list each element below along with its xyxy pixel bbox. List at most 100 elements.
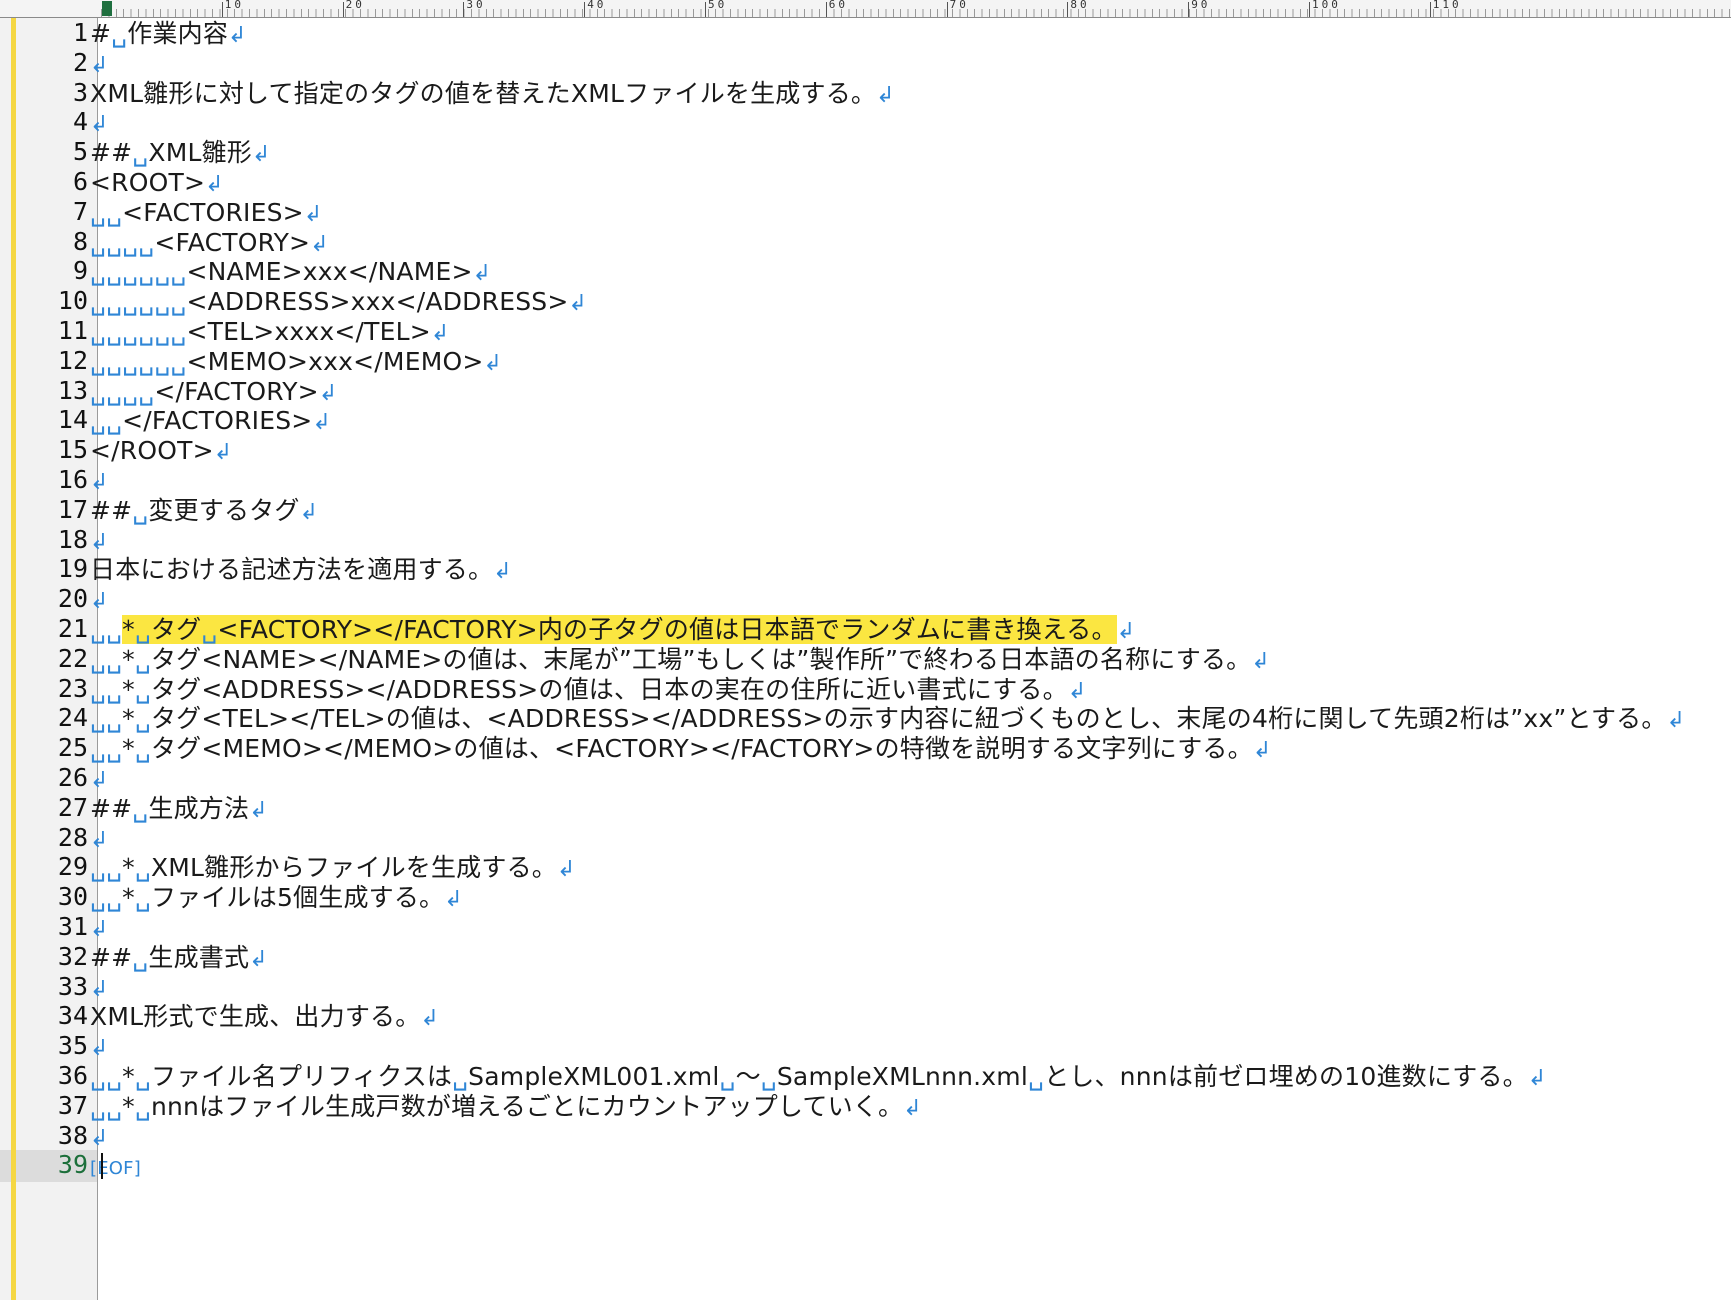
space-mark: ␣ (106, 287, 123, 317)
line-number[interactable]: 18 (8, 524, 88, 556)
line-number[interactable]: 25 (8, 732, 88, 764)
line-number[interactable]: 9 (8, 255, 88, 287)
space-mark: ␣ (134, 615, 151, 644)
space-mark: ␣ (106, 257, 123, 287)
text-line[interactable]: ␣␣<FACTORIES>↲ (90, 197, 322, 229)
line-number[interactable]: 8 (8, 226, 88, 258)
line-text: ␣␣<FACTORIES> (90, 197, 304, 227)
line-number[interactable]: 12 (8, 345, 88, 377)
text-line[interactable]: ↲ (90, 1121, 109, 1153)
text-line[interactable]: ␣␣*␣タグ<ADDRESS></ADDRESS>の値は、日本の実在の住所に近い… (90, 674, 1086, 706)
line-number[interactable]: 16 (8, 464, 88, 496)
text-line[interactable]: ↲ (90, 525, 109, 557)
text-line[interactable]: ␣␣*␣XML雛形からファイルを生成する。↲ (90, 852, 576, 884)
line-number[interactable]: 37 (8, 1090, 88, 1122)
text-line[interactable]: XML形式で生成、出力する。↲ (90, 1001, 439, 1033)
text-line[interactable]: ↲ (90, 107, 109, 139)
text-line[interactable]: ↲ (90, 763, 109, 795)
text-line[interactable]: ␣␣␣␣␣␣<NAME>xxx</NAME>↲ (90, 256, 491, 288)
text-line[interactable]: #␣作業内容↲ (90, 18, 247, 50)
space-mark: ␣ (106, 853, 123, 883)
line-number[interactable]: 38 (8, 1120, 88, 1152)
line-number[interactable]: 36 (8, 1060, 88, 1092)
line-number[interactable]: 17 (8, 494, 88, 526)
line-number[interactable]: 28 (8, 822, 88, 854)
line-number[interactable]: 3 (8, 77, 88, 109)
text-line[interactable]: ↲ (90, 972, 109, 1004)
text-line[interactable]: ␣␣*␣タグ<TEL></TEL>の値は、<ADDRESS></ADDRESS>… (90, 703, 1685, 735)
line-number[interactable]: 30 (8, 881, 88, 913)
space-mark: ␣ (138, 227, 155, 257)
line-number[interactable]: 22 (8, 643, 88, 675)
line-end-mark-icon: ↲ (90, 589, 109, 615)
text-line[interactable]: ␣␣*␣タグ<MEMO></MEMO>の値は、<FACTORY></FACTOR… (90, 733, 1271, 765)
text-line[interactable]: <ROOT>↲ (90, 167, 224, 199)
line-number[interactable]: 21 (8, 613, 88, 645)
line-end-mark-icon: ↲ (1666, 708, 1686, 734)
line-number[interactable]: 6 (8, 166, 88, 198)
highlighted-text: *␣タグ␣<FACTORY></FACTORY>内の子タグの値は日本語でランダム… (122, 615, 1117, 644)
line-number[interactable]: 26 (8, 762, 88, 794)
text-line[interactable]: ␣␣*␣nnnはファイル生成戸数が増えるごとにカウントアップしていく。↲ (90, 1091, 922, 1123)
line-number[interactable]: 2 (8, 47, 88, 79)
space-mark: ␣ (106, 1062, 123, 1091)
line-number[interactable]: 10 (8, 285, 88, 317)
text-line[interactable]: ##␣生成書式↲ (90, 942, 268, 974)
space-mark: ␣ (90, 615, 107, 644)
text-area[interactable]: #␣作業内容↲ ↲ XML雛形に対して指定のタグの値を替えたXMLファイルを生成する… (90, 18, 1731, 1300)
text-line[interactable]: ␣␣*␣ファイルは5個生成する。↲ (90, 882, 463, 914)
line-number[interactable]: 35 (8, 1030, 88, 1062)
line-number[interactable]: 14 (8, 404, 88, 436)
line-number[interactable]: 1 (8, 17, 88, 49)
text-line[interactable]: ↲ (90, 465, 109, 497)
space-mark: ␣ (122, 227, 139, 257)
line-number[interactable]: 20 (8, 583, 88, 615)
line-number[interactable]: 19 (8, 553, 88, 585)
line-number[interactable]: 11 (8, 315, 88, 347)
text-line[interactable]: ↲ (90, 48, 109, 80)
line-number[interactable]: 24 (8, 702, 88, 734)
line-number[interactable]: 7 (8, 196, 88, 228)
text-line[interactable]: ␣␣*␣タグ␣<FACTORY></FACTORY>内の子タグの値は日本語でラン… (90, 614, 1135, 646)
text-line[interactable]: ␣␣*␣タグ<NAME></NAME>の値は、末尾が”工場”もしくは”製作所”で… (90, 644, 1270, 676)
text-line[interactable]: [EOF] (90, 1150, 141, 1182)
line-number[interactable]: 13 (8, 375, 88, 407)
line-number[interactable]: 23 (8, 673, 88, 705)
text-line[interactable]: ↲ (90, 912, 109, 944)
ruler-major-tick (1188, 2, 1190, 17)
text-editor-window[interactable]: 10 20 30 40 50 60 70 80 90 100 110 1 2 3 4 5 6 7 8 9 10 11 12… (0, 0, 1731, 1300)
line-number[interactable]: 4 (8, 106, 88, 138)
text-line[interactable]: 日本における記述方法を適用する。↲ (90, 554, 512, 586)
text-line[interactable]: ␣␣␣␣</FACTORY>↲ (90, 376, 337, 408)
text-line[interactable]: ##␣生成方法↲ (90, 793, 268, 825)
text-line[interactable]: ↲ (90, 584, 109, 616)
line-end-mark-icon: ↲ (90, 470, 109, 495)
line-number[interactable]: 34 (8, 1000, 88, 1032)
line-number[interactable]: 31 (8, 911, 88, 943)
text-line[interactable]: ↲ (90, 823, 109, 855)
line-end-mark-icon: ↲ (90, 917, 109, 942)
text-line[interactable]: XML雛形に対して指定のタグの値を替えたXMLファイルを生成する。↲ (90, 78, 895, 110)
line-number[interactable]: 15 (8, 434, 88, 466)
text-line[interactable]: ↲ (90, 1031, 109, 1063)
space-mark: ␣ (106, 883, 123, 913)
line-number[interactable]: 32 (8, 941, 88, 973)
column-ruler[interactable]: 10 20 30 40 50 60 70 80 90 100 110 (0, 0, 1731, 18)
line-number[interactable]: 5 (8, 136, 88, 168)
text-line[interactable]: ␣␣␣␣<FACTORY>↲ (90, 227, 329, 259)
line-number[interactable]: 39 (8, 1149, 88, 1181)
text-line[interactable]: ##␣XML雛形↲ (90, 137, 271, 169)
line-number[interactable]: 27 (8, 792, 88, 824)
text-line[interactable]: </ROOT>↲ (90, 435, 232, 467)
text-line[interactable]: ␣␣␣␣␣␣<ADDRESS>xxx</ADDRESS>↲ (90, 286, 587, 318)
text-line[interactable]: ␣␣␣␣␣␣<MEMO>xxx</MEMO>↲ (90, 346, 502, 378)
text-line[interactable]: ##␣変更するタグ↲ (90, 495, 318, 527)
text-line[interactable]: ␣␣*␣ファイル名プリフィクスは␣SampleXML001.xml␣～␣Samp… (90, 1061, 1547, 1093)
line-number[interactable]: 29 (8, 851, 88, 883)
space-mark: ␣ (106, 615, 123, 644)
line-text: ##␣生成方法 (90, 793, 250, 823)
line-number[interactable]: 33 (8, 971, 88, 1003)
line-text: ␣␣␣␣␣␣<NAME>xxx</NAME> (90, 257, 473, 287)
text-line[interactable]: ␣␣␣␣␣␣<TEL>xxxx</TEL>↲ (90, 316, 450, 348)
text-line[interactable]: ␣␣</FACTORIES>↲ (90, 405, 331, 437)
